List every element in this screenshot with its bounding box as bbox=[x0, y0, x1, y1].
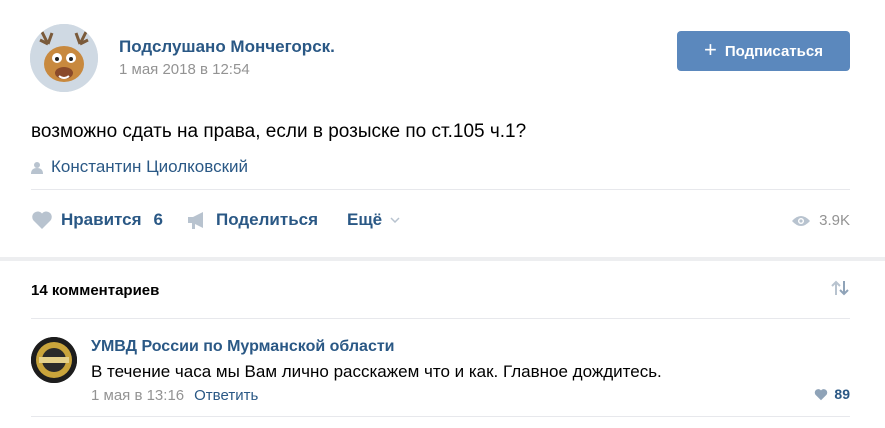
post-signer[interactable]: Константин Циолковский bbox=[31, 157, 248, 177]
comments-count: 14 комментариев bbox=[31, 282, 160, 299]
like-button[interactable]: Нравится 6 bbox=[31, 210, 163, 230]
signer-name: Константин Циолковский bbox=[51, 157, 249, 176]
sort-arrows-icon bbox=[831, 280, 849, 296]
avatar-police bbox=[31, 337, 77, 383]
group-name[interactable]: Подслушано Мончегорск. bbox=[119, 37, 335, 57]
avatar-deer bbox=[30, 24, 98, 92]
comment-text: В течение часа мы Вам лично расскажем чт… bbox=[91, 362, 662, 381]
like-label: Нравится bbox=[61, 210, 142, 229]
heart-icon bbox=[32, 211, 52, 229]
reply-button[interactable]: Ответить bbox=[194, 387, 258, 404]
post-text: возможно сдать на права, если в розыске … bbox=[31, 121, 527, 142]
more-label: Ещё bbox=[347, 210, 383, 229]
divider bbox=[31, 416, 850, 417]
plus-icon: + bbox=[704, 37, 717, 62]
divider bbox=[31, 318, 850, 319]
like-count: 6 bbox=[153, 210, 163, 229]
views-counter: 3.9K bbox=[791, 212, 850, 229]
megaphone-icon bbox=[188, 212, 203, 229]
comment-like-button[interactable]: 89 bbox=[814, 386, 850, 402]
comment-meta: 1 мая в 13:16 Ответить bbox=[91, 387, 258, 404]
views-count: 3.9K bbox=[819, 212, 850, 229]
section-separator bbox=[0, 257, 885, 261]
group-avatar[interactable] bbox=[30, 24, 98, 92]
comment-like-count: 89 bbox=[834, 386, 850, 402]
user-icon bbox=[31, 161, 43, 174]
share-button[interactable]: Поделиться bbox=[186, 210, 318, 230]
sort-comments-button[interactable] bbox=[830, 279, 850, 302]
divider bbox=[31, 189, 850, 190]
more-button[interactable]: Ещё bbox=[347, 210, 400, 230]
comment-avatar[interactable] bbox=[31, 337, 77, 383]
heart-small-icon bbox=[815, 388, 828, 400]
chevron-down-icon bbox=[390, 217, 400, 223]
eye-icon bbox=[792, 215, 811, 226]
share-label: Поделиться bbox=[216, 210, 319, 229]
post-date[interactable]: 1 мая 2018 в 12:54 bbox=[119, 61, 250, 78]
subscribe-label: Подписаться bbox=[724, 42, 823, 60]
subscribe-button[interactable]: + Подписаться bbox=[677, 31, 850, 71]
comment-author[interactable]: УМВД России по Мурманской области bbox=[91, 338, 395, 356]
comment-date[interactable]: 1 мая в 13:16 bbox=[91, 387, 184, 404]
